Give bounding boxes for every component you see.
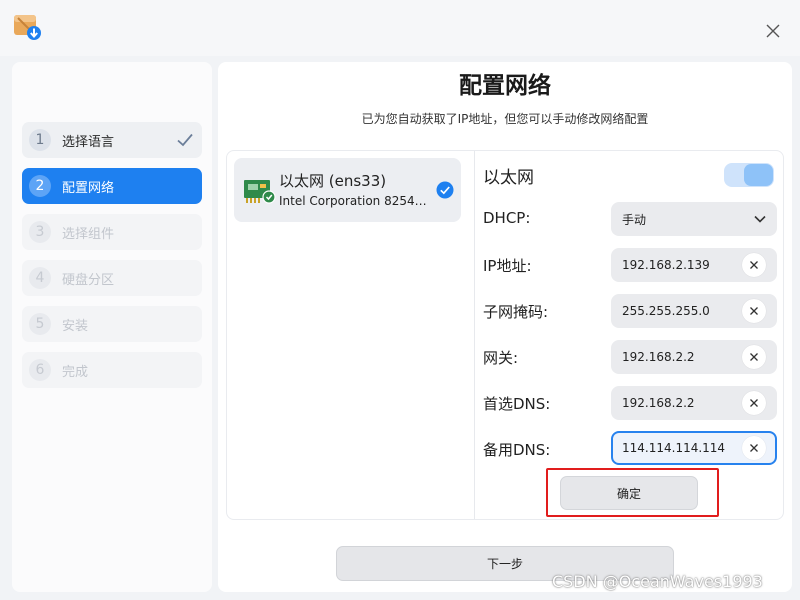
ethernet-toggle[interactable] — [724, 163, 774, 187]
interface-description: Intel Corporation 82545EM Gigabit Ethern… — [279, 194, 431, 208]
page-title: 配置网络 — [459, 73, 551, 99]
close-button[interactable] — [760, 18, 786, 44]
step-number: 3 — [29, 221, 51, 243]
page-subtitle: 已为您自动获取了IP地址，但您可以手动修改网络配置 — [361, 112, 649, 126]
clear-secondary-dns-button[interactable] — [742, 436, 766, 460]
step-disk-partition: 4 硬盘分区 — [22, 260, 202, 296]
confirm-button[interactable]: 确定 — [560, 476, 698, 510]
step-number: 2 — [29, 175, 51, 197]
primary-dns-value: 192.168.2.2 — [622, 396, 695, 410]
step-finish: 6 完成 — [22, 352, 202, 388]
ethernet-section-title: 以太网 — [483, 168, 534, 188]
step-configure-network[interactable]: 2 配置网络 — [22, 168, 202, 204]
dhcp-label: DHCP: — [483, 209, 531, 227]
dhcp-select[interactable]: 手动 — [611, 202, 777, 236]
ip-address-input[interactable]: 192.168.2.139 — [611, 248, 777, 282]
step-number: 6 — [29, 359, 51, 381]
selected-check-icon — [436, 181, 454, 199]
secondary-dns-input[interactable]: 114.114.114.114 — [611, 431, 777, 465]
mask-label: 子网掩码: — [483, 303, 549, 321]
toggle-knob — [744, 164, 773, 186]
close-icon — [750, 261, 758, 269]
main-content: 配置网络 已为您自动获取了IP地址，但您可以手动修改网络配置 以太网 (ens3… — [218, 62, 792, 592]
gateway-value: 192.168.2.2 — [622, 350, 695, 364]
step-number: 5 — [29, 313, 51, 335]
step-select-language[interactable]: 1 选择语言 — [22, 122, 202, 158]
step-label: 硬盘分区 — [62, 272, 115, 288]
subnet-mask-input[interactable]: 255.255.255.0 — [611, 294, 777, 328]
clear-gateway-button[interactable] — [742, 345, 766, 369]
panel-divider — [474, 151, 475, 519]
ip-value: 192.168.2.139 — [622, 258, 710, 272]
close-icon — [750, 353, 758, 361]
step-select-components: 3 选择组件 — [22, 214, 202, 250]
clear-ip-button[interactable] — [742, 253, 766, 277]
mask-value: 255.255.255.0 — [622, 304, 710, 318]
gateway-label: 网关: — [483, 349, 519, 367]
gateway-input[interactable]: 192.168.2.2 — [611, 340, 777, 374]
step-install: 5 安装 — [22, 306, 202, 342]
clear-primary-dns-button[interactable] — [742, 391, 766, 415]
step-number: 4 — [29, 267, 51, 289]
checkmark-icon — [177, 133, 193, 147]
step-number: 1 — [29, 129, 51, 151]
dhcp-value: 手动 — [622, 212, 647, 227]
watermark: CSDN @OceanWaves1993 — [552, 572, 763, 591]
close-icon — [750, 399, 758, 407]
close-icon — [750, 444, 758, 452]
step-sidebar: 1 选择语言 2 配置网络 3 选择组件 4 硬盘分区 5 安装 6 完成 — [12, 62, 212, 592]
step-label: 安装 — [62, 318, 89, 334]
interface-name: 以太网 (ens33) — [279, 172, 387, 190]
chevron-down-icon — [754, 215, 766, 223]
network-interface-item[interactable]: 以太网 (ens33) Intel Corporation 82545EM Gi… — [234, 158, 461, 222]
clear-mask-button[interactable] — [742, 299, 766, 323]
step-label: 配置网络 — [62, 180, 115, 196]
step-label: 选择组件 — [62, 226, 115, 242]
ip-label: IP地址: — [483, 257, 532, 275]
secondary-dns-value: 114.114.114.114 — [622, 441, 726, 455]
secondary-dns-label: 备用DNS: — [483, 441, 551, 459]
network-panel: 以太网 (ens33) Intel Corporation 82545EM Gi… — [226, 150, 784, 520]
step-label: 选择语言 — [62, 134, 115, 150]
step-label: 完成 — [62, 364, 89, 380]
close-icon — [750, 307, 758, 315]
primary-dns-label: 首选DNS: — [483, 395, 551, 413]
network-card-icon — [242, 174, 276, 206]
title-bar — [0, 0, 800, 56]
installer-package-icon — [12, 12, 42, 42]
close-icon — [766, 24, 780, 38]
primary-dns-input[interactable]: 192.168.2.2 — [611, 386, 777, 420]
